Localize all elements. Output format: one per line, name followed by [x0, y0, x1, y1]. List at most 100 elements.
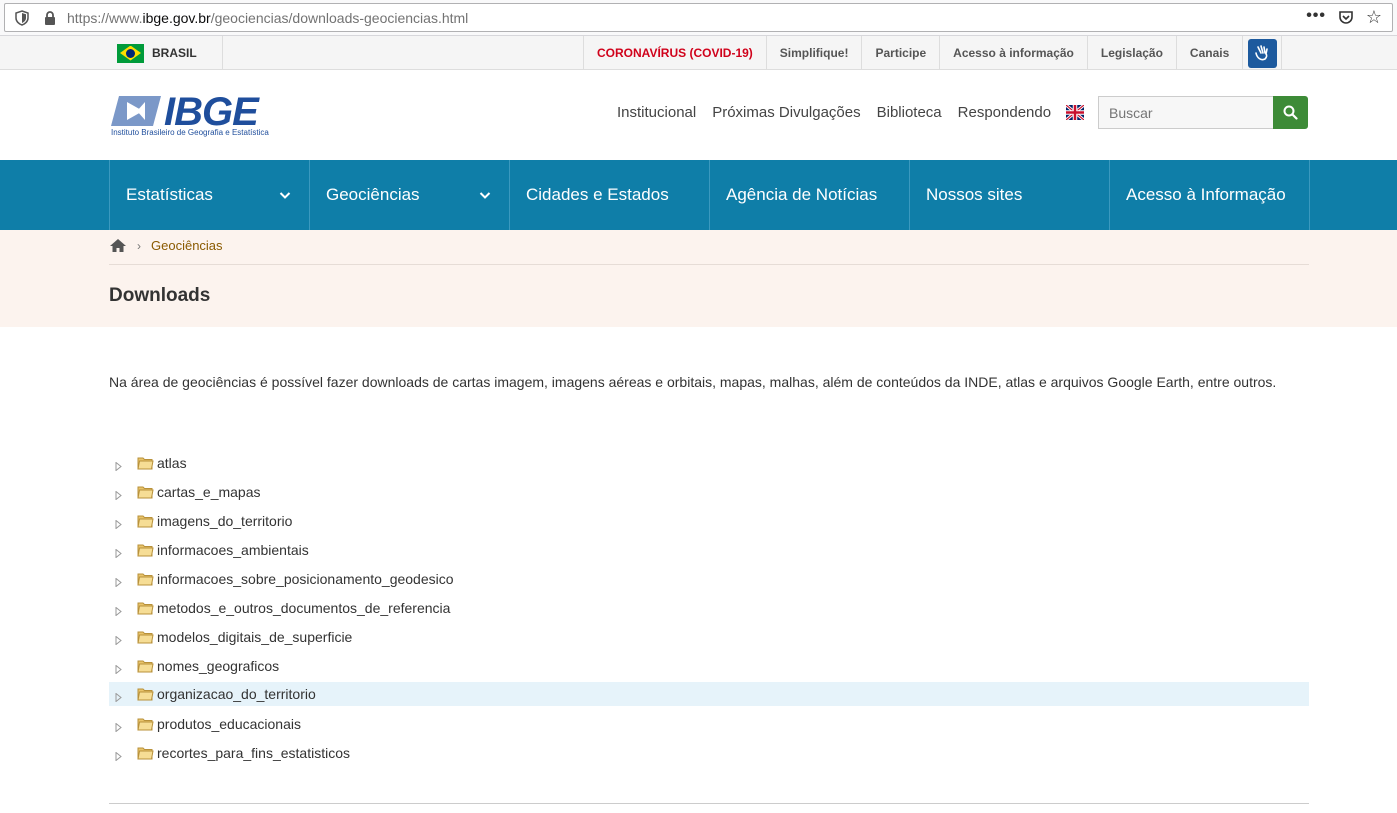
respondendo-link[interactable]: Respondendo	[958, 104, 1051, 121]
url-text[interactable]: https://www.ibge.gov.br/geociencias/down…	[67, 10, 468, 26]
folder-icon	[137, 629, 154, 645]
nav-agencia-noticias[interactable]: Agência de Notícias	[710, 160, 910, 230]
tree-item-label[interactable]: organizacao_do_territorio	[157, 685, 316, 703]
tree-item-label[interactable]: atlas	[157, 454, 187, 472]
search-button[interactable]	[1273, 96, 1308, 129]
expand-arrow-icon[interactable]	[115, 487, 122, 501]
canais-link[interactable]: Canais	[1175, 36, 1242, 70]
expand-arrow-icon[interactable]	[115, 574, 122, 588]
header-nav: Institucional Próximas Divulgações Bibli…	[617, 104, 1051, 121]
tree-item-label[interactable]: informacoes_ambientais	[157, 541, 309, 559]
accessibility-link[interactable]	[1242, 36, 1283, 70]
tree-item-label[interactable]: imagens_do_territorio	[157, 512, 292, 530]
breadcrumb-geociencias[interactable]: Geociências	[151, 238, 223, 253]
tree-item-label[interactable]: nomes_geograficos	[157, 657, 279, 675]
proximas-divulgacoes-link[interactable]: Próximas Divulgações	[712, 104, 860, 121]
government-top-bar: BRASIL CORONAVÍRUS (COVID-19) Simplifiqu…	[0, 36, 1397, 70]
brazil-flag-icon	[117, 43, 144, 63]
expand-arrow-icon[interactable]	[115, 719, 122, 733]
expand-arrow-icon[interactable]	[115, 545, 122, 559]
folder-icon	[137, 658, 154, 674]
folder-icon	[137, 745, 154, 761]
divider	[109, 264, 1309, 265]
logo-text: IBGE	[164, 90, 259, 134]
legislacao-link[interactable]: Legislação	[1086, 36, 1176, 70]
expand-arrow-icon[interactable]	[115, 603, 122, 617]
folder-icon	[137, 686, 154, 702]
tree-item-cartas-e-mapas[interactable]: cartas_e_mapas	[109, 477, 1309, 506]
tree-item-atlas[interactable]: atlas	[109, 448, 1309, 477]
folder-icon	[137, 455, 154, 471]
folder-icon	[137, 513, 154, 529]
bookmark-star-icon[interactable]: ☆	[1366, 8, 1382, 26]
tree-item-informacoes-ambientais[interactable]: informacoes_ambientais	[109, 535, 1309, 564]
divider	[109, 803, 1309, 804]
chevron-down-icon	[279, 192, 291, 199]
tree-item-label[interactable]: informacoes_sobre_posicionamento_geodesi…	[157, 570, 454, 588]
nav-estatisticas[interactable]: Estatísticas	[110, 160, 310, 230]
tree-item-imagens-do-territorio[interactable]: imagens_do_territorio	[109, 506, 1309, 535]
intro-text: Na área de geociências é possível fazer …	[109, 374, 1277, 390]
tree-item-recortes-para-fins-estatisticos[interactable]: recortes_para_fins_estatisticos	[109, 738, 1309, 767]
breadcrumb: › Geociências	[109, 238, 223, 253]
folder-icon	[137, 542, 154, 558]
folder-icon	[137, 571, 154, 587]
breadcrumb-separator-icon: ›	[137, 238, 141, 253]
tree-item-label[interactable]: cartas_e_mapas	[157, 483, 261, 501]
main-navigation: Estatísticas Geociências Cidades e Estad…	[0, 160, 1397, 230]
top-links: CORONAVÍRUS (COVID-19) Simplifique! Part…	[583, 36, 1283, 70]
lock-icon[interactable]	[43, 10, 57, 26]
brasil-link[interactable]: BRASIL	[109, 36, 223, 70]
covid-link[interactable]: CORONAVÍRUS (COVID-19)	[583, 36, 766, 70]
biblioteca-link[interactable]: Biblioteca	[877, 104, 942, 121]
expand-arrow-icon[interactable]	[115, 689, 122, 703]
search-input[interactable]	[1098, 96, 1274, 129]
institucional-link[interactable]: Institucional	[617, 104, 696, 121]
nav-cidades-estados-label: Cidades e Estados	[526, 185, 669, 204]
page-header-band: › Geociências Downloads	[0, 230, 1397, 327]
address-bar[interactable]: https://www.ibge.gov.br/geociencias/down…	[4, 3, 1393, 32]
tree-item-label[interactable]: recortes_para_fins_estatisticos	[157, 744, 350, 762]
expand-arrow-icon[interactable]	[115, 661, 122, 675]
ibge-logo[interactable]: IBGE Instituto Brasileiro de Geografia e…	[109, 92, 279, 140]
folder-icon	[137, 716, 154, 732]
shield-icon[interactable]	[15, 10, 29, 26]
expand-arrow-icon[interactable]	[115, 632, 122, 646]
tree-item-label[interactable]: metodos_e_outros_documentos_de_referenci…	[157, 599, 450, 617]
folder-icon	[137, 484, 154, 500]
nav-cidades-estados[interactable]: Cidades e Estados	[510, 160, 710, 230]
search-icon	[1283, 105, 1298, 120]
tree-item-informacoes-sobre-posicionamento-geodesico[interactable]: informacoes_sobre_posicionamento_geodesi…	[109, 564, 1309, 593]
tree-item-nomes-geograficos[interactable]: nomes_geograficos	[109, 651, 1309, 680]
nav-geociencias[interactable]: Geociências	[310, 160, 510, 230]
tree-item-produtos-educacionais[interactable]: produtos_educacionais	[109, 709, 1309, 738]
nav-nossos-sites[interactable]: Nossos sites	[910, 160, 1110, 230]
site-header: IBGE Instituto Brasileiro de Geografia e…	[0, 70, 1397, 160]
chevron-down-icon	[479, 192, 491, 199]
nav-nossos-sites-label: Nossos sites	[926, 185, 1023, 204]
home-icon[interactable]	[109, 238, 127, 253]
simplifique-link[interactable]: Simplifique!	[765, 36, 862, 70]
expand-arrow-icon[interactable]	[115, 748, 122, 762]
nav-agencia-noticias-label: Agência de Notícias	[726, 185, 878, 204]
tree-item-label[interactable]: produtos_educacionais	[157, 715, 301, 733]
tree-item-organizacao-do-territorio[interactable]: organizacao_do_territorio	[109, 682, 1309, 706]
expand-arrow-icon[interactable]	[115, 516, 122, 530]
acesso-informacao-link[interactable]: Acesso à informação	[939, 36, 1087, 70]
search-box	[1098, 96, 1308, 129]
nav-geociencias-label: Geociências	[326, 185, 420, 204]
uk-flag-icon[interactable]	[1066, 105, 1084, 120]
nav-acesso-informacao[interactable]: Acesso à Informação	[1110, 160, 1310, 230]
tree-item-modelos-digitais-de-superficie[interactable]: modelos_digitais_de_superficie	[109, 622, 1309, 651]
page-title: Downloads	[109, 285, 211, 306]
logo-subtitle: Instituto Brasileiro de Geografia e Esta…	[111, 128, 269, 137]
brasil-label: BRASIL	[152, 46, 197, 60]
tree-item-metodos-e-outros-documentos-de-referencia[interactable]: metodos_e_outros_documentos_de_referenci…	[109, 593, 1309, 622]
expand-arrow-icon[interactable]	[115, 458, 122, 472]
page-actions-menu-icon[interactable]: •••	[1306, 7, 1326, 25]
participe-link[interactable]: Participe	[861, 36, 939, 70]
pocket-icon[interactable]	[1338, 10, 1354, 26]
ibge-logo-mark-icon	[111, 96, 161, 126]
folder-tree: atlas cartas_e_mapas imagens_do_territorio…	[109, 448, 1309, 767]
tree-item-label[interactable]: modelos_digitais_de_superficie	[157, 628, 352, 646]
